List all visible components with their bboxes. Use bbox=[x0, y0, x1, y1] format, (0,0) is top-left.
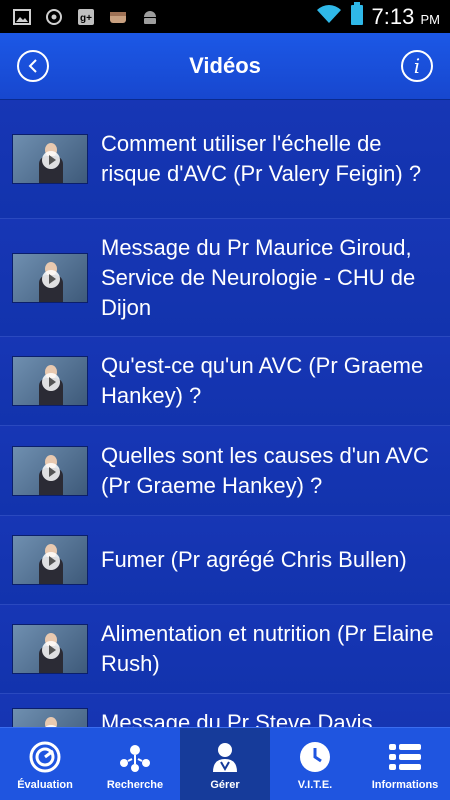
nav-label: V.I.T.E. bbox=[297, 779, 333, 791]
app-header: Vidéos i bbox=[0, 33, 450, 100]
video-title: Comment utiliser l'échelle de risque d'A… bbox=[101, 131, 422, 186]
video-item[interactable]: Comment utiliser l'échelle de risque d'A… bbox=[0, 100, 450, 219]
google-plus-icon: g+ bbox=[76, 7, 96, 27]
nav-gerer[interactable]: Gérer bbox=[180, 728, 270, 800]
video-thumbnail bbox=[12, 445, 88, 496]
bottom-navigation: Évaluation Recherche Gérer V.I.T.E. Info… bbox=[0, 727, 450, 800]
list-icon bbox=[388, 740, 422, 774]
video-item[interactable]: Qu'est-ce qu'un AVC (Pr Graeme Hankey) ? bbox=[0, 337, 450, 426]
info-icon: i bbox=[413, 54, 421, 78]
video-thumbnail bbox=[12, 535, 88, 585]
info-button[interactable]: i bbox=[401, 50, 433, 82]
video-title: Message du Pr Maurice Giroud, Service de… bbox=[101, 234, 416, 320]
doctor-icon bbox=[208, 740, 242, 774]
play-icon bbox=[42, 151, 60, 169]
fist-icon bbox=[108, 7, 128, 27]
nav-label: Informations bbox=[371, 779, 439, 791]
nav-label: Évaluation bbox=[17, 779, 73, 791]
video-item[interactable]: Quelles sont les causes d'un AVC (Pr Gra… bbox=[0, 426, 450, 516]
play-icon bbox=[42, 462, 60, 481]
video-item[interactable]: Fumer (Pr agrégé Chris Bullen) bbox=[0, 516, 450, 605]
status-time: 7:13 PM bbox=[371, 3, 440, 29]
battery-icon bbox=[350, 2, 364, 31]
wifi-icon bbox=[316, 4, 342, 29]
video-title: Quelles sont les causes d'un AVC (Pr Gra… bbox=[101, 442, 429, 498]
video-title: Fumer (Pr agrégé Chris Bullen) bbox=[101, 547, 407, 572]
video-title: Message du Pr Steve Davis bbox=[101, 710, 373, 727]
sync-icon bbox=[44, 7, 64, 27]
video-thumbnail bbox=[12, 356, 88, 406]
video-item[interactable]: Message du Pr Maurice Giroud, Service de… bbox=[0, 219, 450, 337]
app-screen: g+ 7:13 PM Vidéos i Comment utiliser l'é… bbox=[0, 0, 450, 800]
video-item[interactable]: Alimentation et nutrition (Pr Elaine Rus… bbox=[0, 605, 450, 694]
play-icon bbox=[42, 269, 60, 288]
nav-label: Gérer bbox=[210, 779, 240, 791]
nav-recherche[interactable]: Recherche bbox=[90, 728, 180, 800]
nav-informations[interactable]: Informations bbox=[360, 728, 450, 800]
image-icon bbox=[12, 7, 32, 27]
video-item[interactable]: Message du Pr Steve Davis bbox=[0, 694, 450, 727]
clock-icon bbox=[298, 740, 332, 774]
back-arrow-icon bbox=[28, 59, 37, 73]
status-bar: g+ 7:13 PM bbox=[0, 0, 450, 33]
back-button[interactable] bbox=[17, 50, 49, 82]
page-title: Vidéos bbox=[189, 53, 261, 78]
android-icon bbox=[140, 7, 160, 27]
people-network-icon bbox=[118, 740, 152, 774]
video-title: Qu'est-ce qu'un AVC (Pr Graeme Hankey) ? bbox=[101, 353, 424, 408]
video-list[interactable]: Comment utiliser l'échelle de risque d'A… bbox=[0, 100, 450, 727]
video-thumbnail bbox=[12, 708, 88, 727]
play-icon bbox=[42, 552, 60, 570]
nav-label: Recherche bbox=[106, 779, 164, 791]
nav-vite[interactable]: V.I.T.E. bbox=[270, 728, 360, 800]
play-icon bbox=[42, 641, 60, 659]
video-thumbnail bbox=[12, 252, 88, 303]
video-thumbnail bbox=[12, 624, 88, 674]
play-icon bbox=[42, 373, 60, 391]
video-title: Alimentation et nutrition (Pr Elaine Rus… bbox=[101, 621, 434, 676]
gauge-icon bbox=[28, 740, 62, 774]
svg-text:g+: g+ bbox=[80, 13, 92, 24]
nav-evaluation[interactable]: Évaluation bbox=[0, 728, 90, 800]
video-thumbnail bbox=[12, 134, 88, 184]
